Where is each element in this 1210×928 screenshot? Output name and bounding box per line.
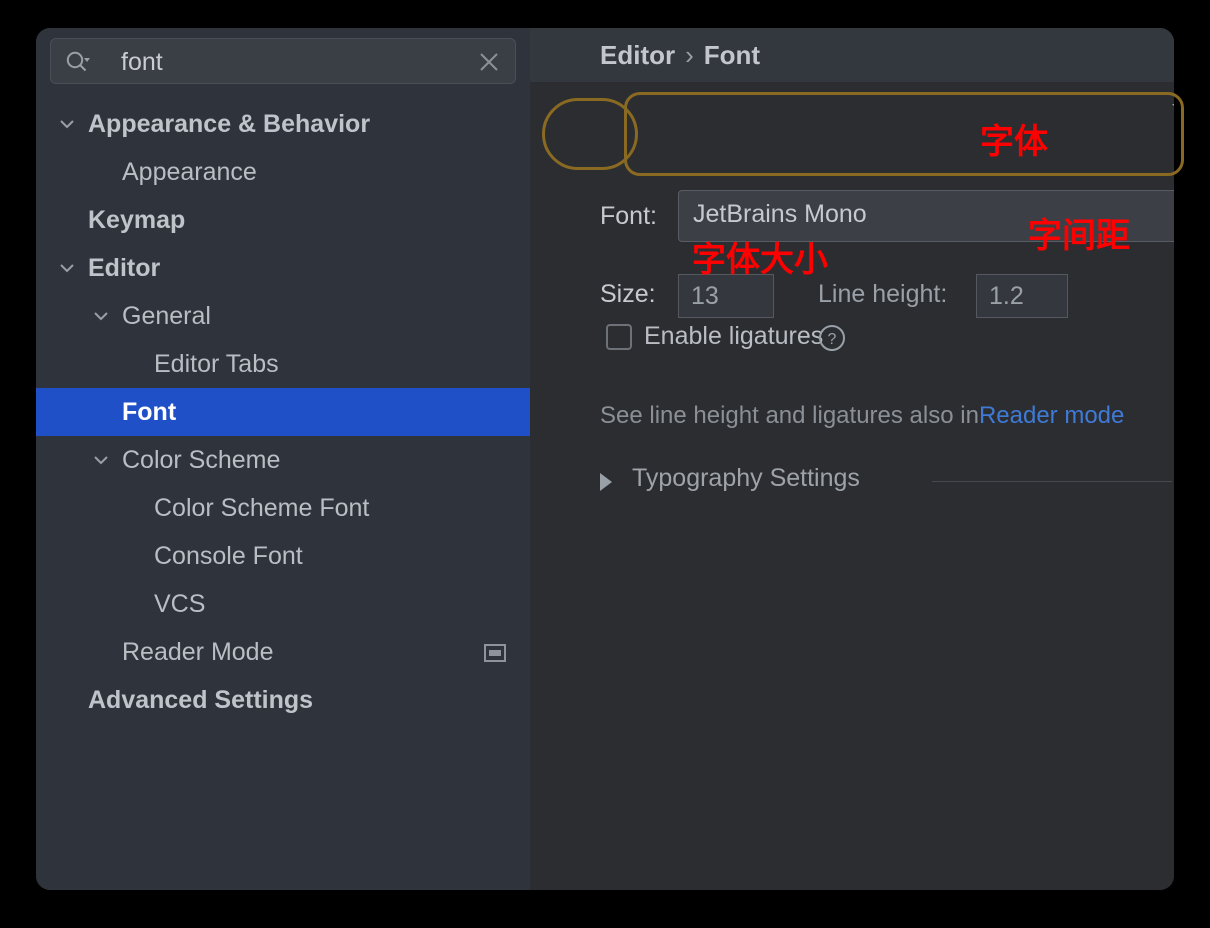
breadcrumb-separator-icon: ›	[675, 40, 704, 70]
sidebar-item-label: Color Scheme	[122, 446, 280, 475]
sidebar-item-label: General	[122, 302, 211, 331]
sidebar-item-label: Reader Mode	[122, 638, 273, 667]
typography-settings-label: Typography Settings	[632, 464, 860, 493]
font-label: Font:	[600, 202, 657, 231]
chevron-down-icon[interactable]	[1172, 104, 1174, 116]
breadcrumb: Editor›Font	[600, 40, 760, 71]
reader-mode-icon[interactable]	[484, 641, 506, 661]
sidebar-item-label: Appearance	[122, 158, 257, 187]
sidebar-item-label: Editor	[88, 254, 160, 283]
settings-form: Font: JetBrains Mono Size: 13 Line heigh…	[530, 82, 1174, 890]
reader-mode-hint-text: See line height and ligatures also in	[600, 402, 979, 429]
sidebar-item-label: Font	[122, 398, 176, 427]
sidebar-item-label: Keymap	[88, 206, 185, 235]
sidebar-item-console-font[interactable]: Console Font	[36, 532, 530, 580]
sidebar-item-advanced-settings[interactable]: Advanced Settings	[36, 676, 530, 724]
question-mark-icon[interactable]: ?	[818, 324, 846, 352]
sidebar-item-general[interactable]: General	[36, 292, 530, 340]
sidebar-item-color-scheme[interactable]: Color Scheme	[36, 436, 530, 484]
svg-text:?: ?	[828, 331, 837, 348]
line-height-input[interactable]: 1.2	[976, 274, 1068, 318]
sidebar-item-label: Editor Tabs	[154, 350, 279, 379]
chevron-down-icon[interactable]	[56, 257, 78, 279]
sidebar-item-editor[interactable]: Editor	[36, 244, 530, 292]
section-divider	[932, 481, 1172, 482]
sidebar-item-vcs[interactable]: VCS	[36, 580, 530, 628]
sidebar-item-keymap[interactable]: Keymap	[36, 196, 530, 244]
settings-dialog: Appearance & Behavior Appearance Keymap Edi…	[36, 28, 1174, 890]
screen: Appearance & Behavior Appearance Keymap Edi…	[0, 0, 1210, 928]
breadcrumb-current: Font	[704, 40, 760, 70]
search-field[interactable]	[50, 38, 516, 84]
font-size-value: 13	[691, 282, 719, 311]
search-input[interactable]	[119, 39, 493, 85]
font-family-value: JetBrains Mono	[693, 200, 867, 229]
reader-mode-hint: See line height and ligatures also inRea…	[600, 402, 1124, 430]
line-height-label: Line height:	[818, 280, 947, 309]
sidebar-item-font[interactable]: Font	[36, 388, 530, 436]
sidebar-item-label: Appearance & Behavior	[88, 110, 370, 139]
close-icon[interactable]	[477, 50, 501, 74]
enable-ligatures-checkbox[interactable]	[606, 324, 632, 350]
font-size-input[interactable]: 13	[678, 274, 774, 318]
settings-sidebar: Appearance & Behavior Appearance Keymap Edi…	[36, 28, 530, 890]
settings-main-panel: Editor›Font Font: JetBrains Mono Size: 1…	[530, 28, 1174, 890]
chevron-down-icon[interactable]	[90, 305, 112, 327]
sidebar-item-label: Color Scheme Font	[154, 494, 369, 523]
sidebar-item-appearance-behavior[interactable]: Appearance & Behavior	[36, 100, 530, 148]
sidebar-item-editor-tabs[interactable]: Editor Tabs	[36, 340, 530, 388]
chevron-right-icon[interactable]	[600, 473, 612, 491]
sidebar-item-reader-mode[interactable]: Reader Mode	[36, 628, 530, 676]
settings-tree: Appearance & Behavior Appearance Keymap Edi…	[36, 100, 530, 724]
main-header: Editor›Font	[530, 28, 1174, 82]
sidebar-item-color-scheme-font[interactable]: Color Scheme Font	[36, 484, 530, 532]
line-height-value: 1.2	[989, 282, 1024, 311]
search-icon[interactable]	[65, 50, 91, 74]
chevron-down-icon[interactable]	[56, 113, 78, 135]
typography-settings-section[interactable]: Typography Settings	[600, 464, 1160, 498]
sidebar-item-label: Console Font	[154, 542, 303, 571]
chevron-down-icon[interactable]	[90, 449, 112, 471]
sidebar-item-label: VCS	[154, 590, 205, 619]
sidebar-item-label: Advanced Settings	[88, 686, 313, 715]
reader-mode-link[interactable]: Reader mode	[979, 402, 1124, 429]
breadcrumb-parent[interactable]: Editor	[600, 40, 675, 70]
font-family-combobox[interactable]: JetBrains Mono	[678, 190, 1174, 242]
size-label: Size:	[600, 280, 656, 309]
enable-ligatures-label: Enable ligatures	[644, 322, 823, 351]
sidebar-item-appearance[interactable]: Appearance	[36, 148, 530, 196]
